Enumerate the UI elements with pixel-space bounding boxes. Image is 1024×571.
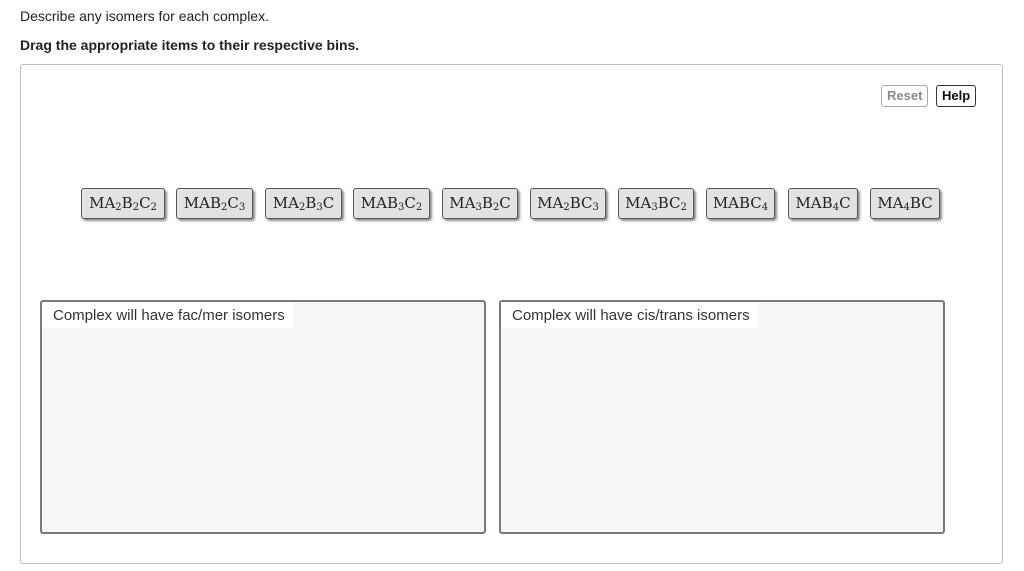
fac-mer-bin-label: Complex will have fac/mer isomers — [42, 302, 293, 328]
cis-trans-bin-label: Complex will have cis/trans isomers — [501, 302, 758, 328]
help-button[interactable]: Help — [936, 85, 977, 107]
draggable-item[interactable]: MA2B3C — [265, 188, 342, 219]
cis-trans-bin[interactable]: Complex will have cis/trans isomers — [499, 300, 945, 534]
drag-instruction: Drag the appropriate items to their resp… — [20, 37, 360, 53]
draggable-item[interactable]: MABC4 — [706, 188, 775, 219]
draggable-item[interactable]: MA3B2C — [442, 188, 518, 219]
draggable-item[interactable]: MAB3C2 — [353, 188, 430, 219]
draggable-item[interactable]: MAB2C3 — [176, 188, 253, 219]
draggable-item[interactable]: MA2B2C2 — [81, 188, 165, 219]
draggable-item[interactable]: MAB4C — [788, 188, 858, 219]
draggable-item[interactable]: MA2BC3 — [530, 188, 606, 219]
reset-button[interactable]: Reset — [881, 85, 929, 107]
draggable-item[interactable]: MA4BC — [870, 188, 940, 219]
drag-drop-panel: Reset Help MA2B2C2 MAB2C3 MA2B3C MAB3C2 … — [20, 64, 1003, 564]
draggable-item[interactable]: MA3BC2 — [618, 188, 694, 219]
question-prompt: Describe any isomers for each complex. — [20, 8, 269, 24]
fac-mer-bin[interactable]: Complex will have fac/mer isomers — [40, 300, 486, 534]
